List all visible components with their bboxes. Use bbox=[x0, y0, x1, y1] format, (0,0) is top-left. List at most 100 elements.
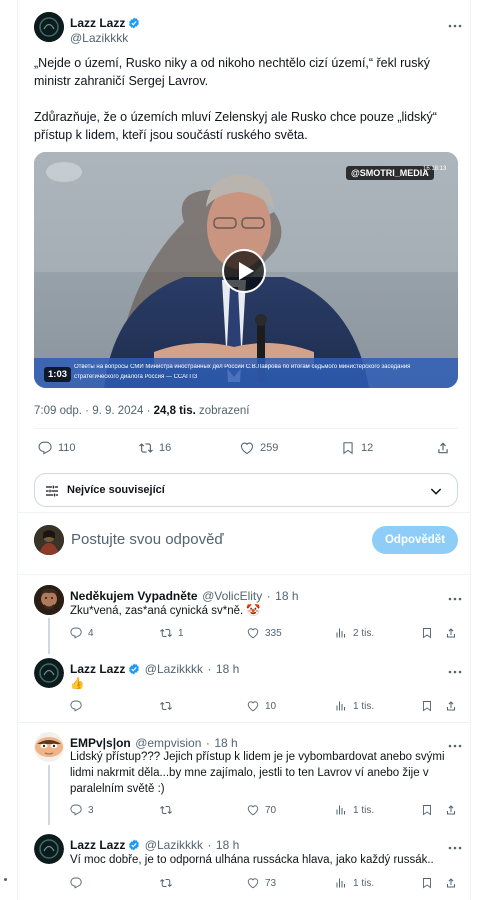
reply-author-name[interactable]: Lazz Lazz bbox=[70, 662, 125, 676]
bookmark-count: 12 bbox=[361, 442, 374, 454]
repost-button[interactable]: 1 bbox=[160, 627, 247, 639]
divider bbox=[17, 574, 471, 575]
meta-separator: · bbox=[207, 662, 212, 676]
replies-sort-dropdown[interactable]: Nejvíce související bbox=[34, 473, 458, 507]
bookmark-button[interactable] bbox=[421, 877, 445, 889]
video-caption-line-2: стратегического диалога Россия — ССАГПЗ bbox=[74, 374, 198, 380]
repost-icon bbox=[160, 701, 172, 711]
author-handle[interactable]: @Lazikkkk bbox=[70, 31, 128, 45]
tweet-time[interactable]: 7:09 odp. bbox=[34, 405, 82, 417]
verified-badge-icon bbox=[129, 17, 140, 29]
sliders-icon bbox=[46, 485, 58, 497]
share-icon bbox=[447, 878, 455, 888]
like-button[interactable]: 335 bbox=[247, 627, 335, 639]
like-count: 10 bbox=[265, 700, 277, 712]
repost-button[interactable]: 16 bbox=[139, 441, 240, 455]
views-button[interactable]: 1 tis. bbox=[335, 804, 421, 816]
reply-author-name[interactable]: Neděkujem Vypadněte bbox=[70, 589, 198, 603]
meta-separator: · bbox=[207, 838, 212, 852]
repost-button[interactable] bbox=[160, 804, 247, 816]
heart-icon bbox=[247, 805, 259, 816]
views-button[interactable]: 1 tis. bbox=[335, 877, 421, 889]
bookmark-button[interactable]: 12 bbox=[341, 441, 436, 455]
heart-icon bbox=[240, 442, 254, 455]
thread-line bbox=[48, 618, 50, 654]
reply-author-handle[interactable]: @Lazikkkk bbox=[145, 838, 203, 852]
bookmark-button[interactable] bbox=[421, 627, 445, 639]
views-button[interactable]: 2 tis. bbox=[335, 627, 421, 639]
reply-author-handle[interactable]: @VolicElity bbox=[202, 589, 262, 603]
more-options-icon[interactable] bbox=[447, 16, 463, 28]
current-user-avatar[interactable] bbox=[34, 525, 64, 555]
bookmark-icon bbox=[423, 628, 431, 639]
repost-count: 16 bbox=[159, 442, 172, 454]
tweet-actions: 110 16 259 12 bbox=[38, 441, 458, 455]
heart-icon bbox=[247, 701, 259, 712]
meta-separator: · bbox=[146, 405, 154, 417]
reply-actions: 3 70 1 tis. bbox=[70, 804, 460, 816]
author-name[interactable]: Lazz Lazz bbox=[70, 16, 125, 30]
reply-input[interactable]: Postujte svou odpověď bbox=[71, 531, 224, 548]
reply-submit-button[interactable]: Odpovědět bbox=[372, 526, 458, 554]
bookmark-icon bbox=[423, 878, 431, 889]
bookmark-icon bbox=[343, 442, 353, 455]
like-count: 259 bbox=[260, 442, 279, 454]
author-avatar[interactable] bbox=[34, 12, 64, 42]
reply-button[interactable] bbox=[70, 700, 160, 712]
like-button[interactable]: 73 bbox=[247, 877, 335, 889]
reply-time[interactable]: 18 h bbox=[275, 589, 298, 603]
tweet-date[interactable]: 9. 9. 2024 bbox=[92, 405, 143, 417]
reply-text: Ví moc dobře, je to odporná ulhána russá… bbox=[70, 854, 434, 866]
video-player[interactable]: @SMOTRI_MEDIA 16:18:13 Ответы на вопросы… bbox=[34, 152, 458, 388]
play-icon bbox=[239, 262, 254, 280]
bookmark-icon bbox=[423, 701, 431, 712]
like-button[interactable]: 259 bbox=[240, 441, 341, 455]
reply-button[interactable]: 110 bbox=[38, 441, 139, 455]
reply-actions: 10 1 tis. bbox=[70, 700, 460, 712]
edge-dot bbox=[4, 878, 7, 881]
share-button[interactable] bbox=[436, 441, 450, 455]
reply-button[interactable] bbox=[70, 877, 160, 889]
reply-button[interactable]: 4 bbox=[70, 627, 160, 639]
reply-time[interactable]: 18 h bbox=[216, 662, 239, 676]
reply-avatar[interactable] bbox=[34, 585, 64, 615]
chevron-down-icon bbox=[430, 488, 442, 495]
divider bbox=[17, 722, 471, 723]
verified-badge-icon bbox=[129, 839, 140, 851]
reply-avatar[interactable] bbox=[34, 658, 64, 688]
views-count: 1 tis. bbox=[353, 877, 375, 889]
share-button[interactable] bbox=[445, 877, 457, 889]
tweet-paragraph-1: „Nejde o území, Rusko niky a od nikoho n… bbox=[34, 56, 431, 88]
reply-button[interactable]: 3 bbox=[70, 804, 160, 816]
reply-avatar[interactable] bbox=[34, 834, 64, 864]
bookmark-button[interactable] bbox=[421, 804, 445, 816]
share-icon bbox=[447, 701, 455, 711]
reply-icon bbox=[38, 441, 52, 455]
bookmark-icon bbox=[423, 805, 431, 816]
reply-icon bbox=[70, 877, 82, 889]
reply-text: 👍 bbox=[70, 678, 85, 690]
like-button[interactable]: 10 bbox=[247, 700, 335, 712]
play-button[interactable] bbox=[222, 249, 266, 293]
views-button[interactable]: 1 tis. bbox=[335, 700, 421, 712]
share-button[interactable] bbox=[445, 627, 457, 639]
reply-author-name[interactable]: EMPv|s|on bbox=[70, 736, 131, 750]
share-button[interactable] bbox=[445, 804, 457, 816]
author-name-row: Lazz Lazz bbox=[70, 14, 140, 32]
reply-author-handle[interactable]: @Lazikkkk bbox=[145, 662, 203, 676]
video-duration: 1:03 bbox=[44, 367, 72, 382]
reply-time[interactable]: 18 h bbox=[214, 736, 237, 750]
repost-button[interactable] bbox=[160, 700, 247, 712]
repost-icon bbox=[139, 443, 153, 453]
reply-actions: 4 1 335 2 tis. bbox=[70, 627, 460, 639]
reply-avatar[interactable] bbox=[34, 732, 64, 762]
share-button[interactable] bbox=[445, 700, 457, 712]
views-chart-icon bbox=[336, 701, 345, 711]
reply-author-name[interactable]: Lazz Lazz bbox=[70, 838, 125, 852]
like-button[interactable]: 70 bbox=[247, 804, 335, 816]
reply-time[interactable]: 18 h bbox=[216, 838, 239, 852]
video-caption-line-1: Ответы на вопросы СМИ Министра иностранн… bbox=[74, 364, 411, 370]
repost-button[interactable] bbox=[160, 877, 247, 889]
reply-author-handle[interactable]: @empvision bbox=[135, 736, 201, 750]
bookmark-button[interactable] bbox=[421, 700, 445, 712]
